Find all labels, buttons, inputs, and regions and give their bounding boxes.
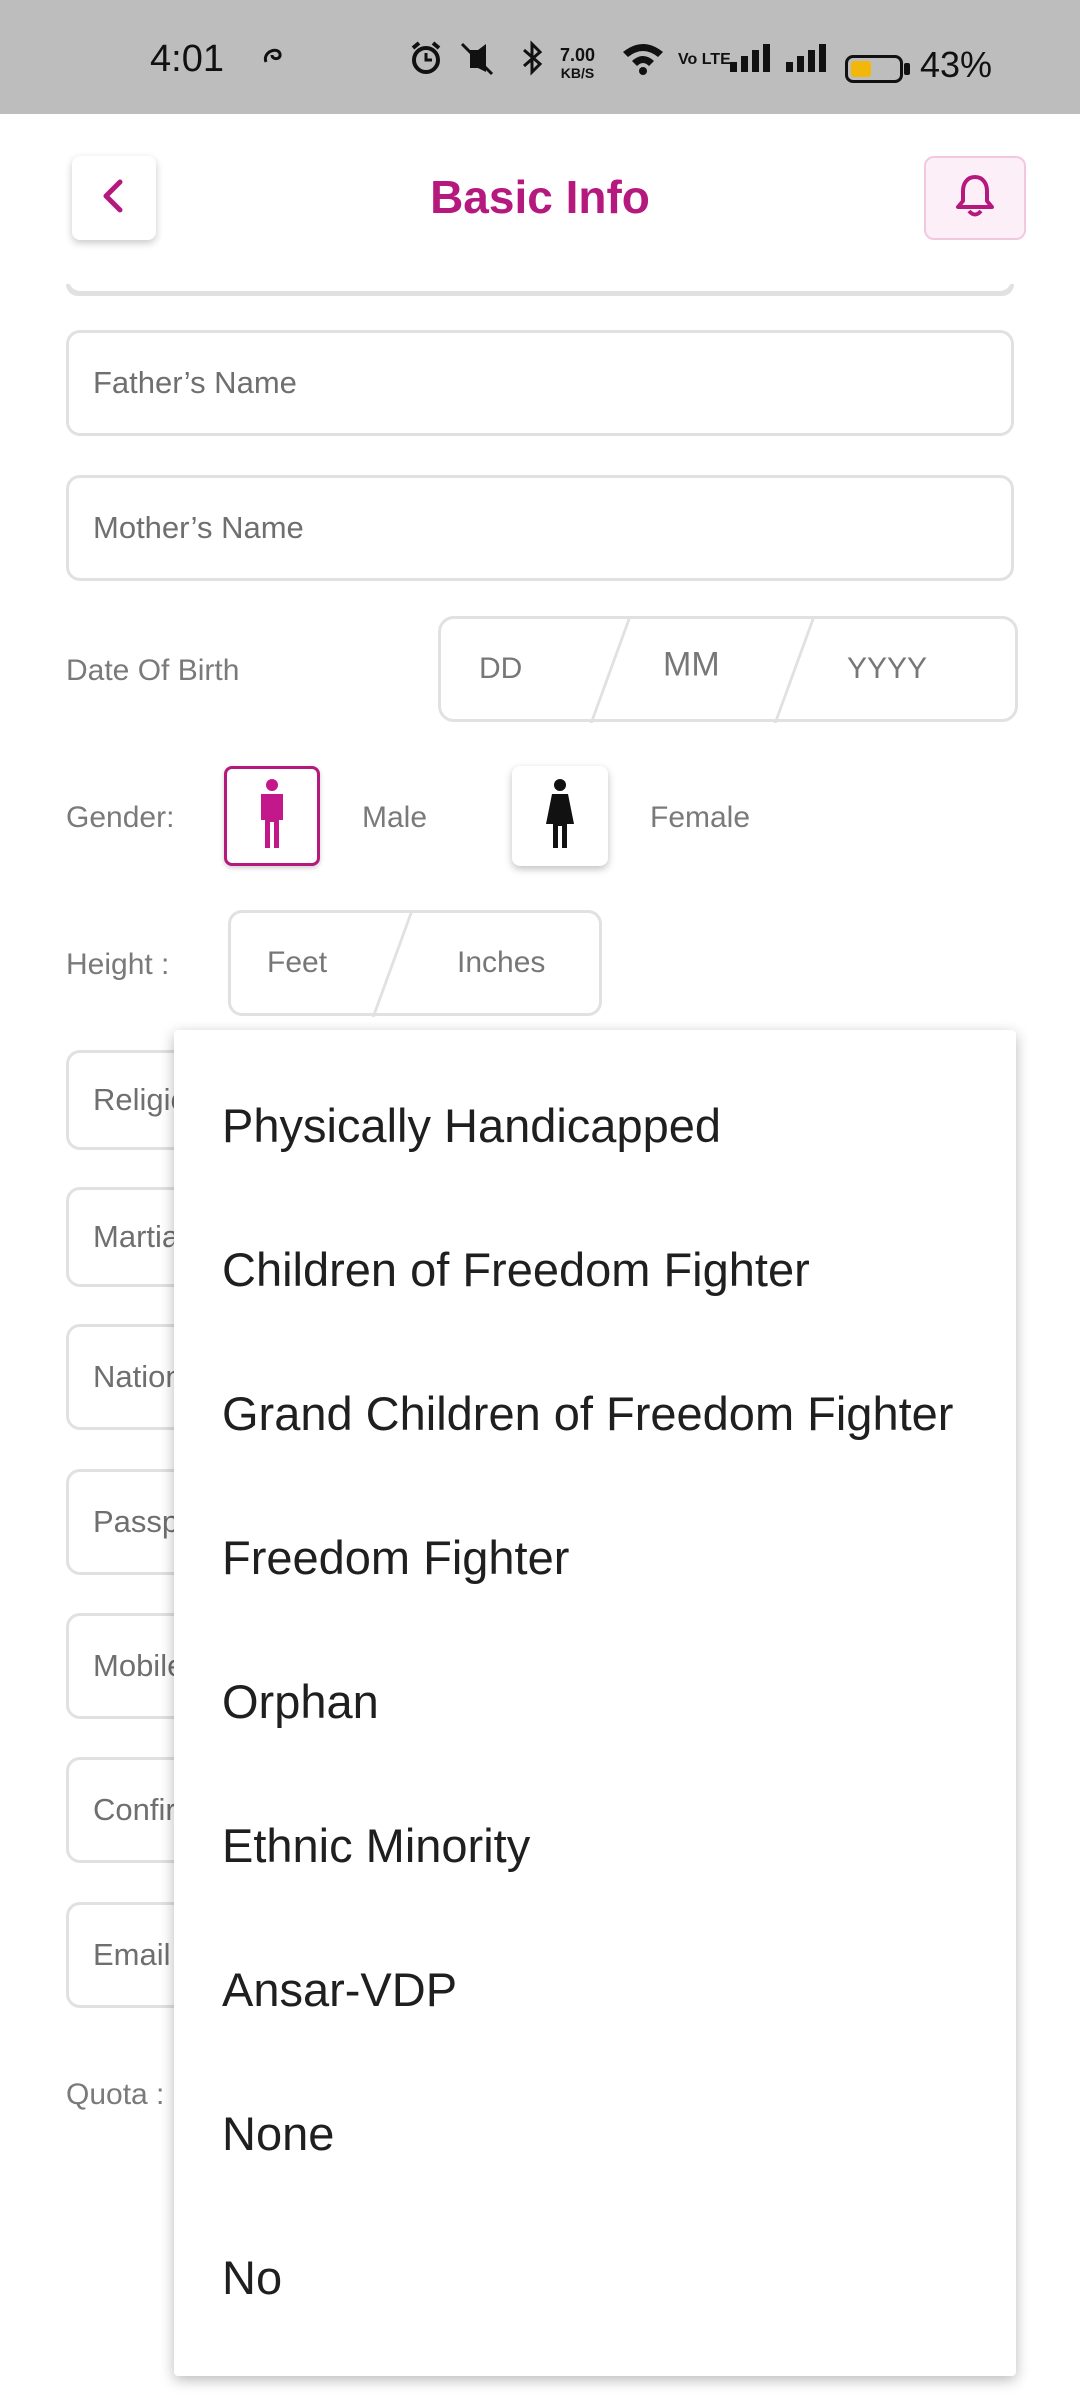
battery-percent: 43% xyxy=(920,44,993,85)
confirm-mobile-placeholder: Confir xyxy=(93,1792,176,1827)
mobile-placeholder: Mobile xyxy=(93,1648,185,1683)
dropdown-option[interactable]: Children of Freedom Fighter xyxy=(222,1242,810,1297)
dropdown-option[interactable]: No xyxy=(222,2250,282,2305)
dropdown-option[interactable]: Grand Children of Freedom Fighter xyxy=(222,1386,953,1441)
signal-icon-2 xyxy=(784,40,830,84)
status-time: 4:01 xyxy=(150,38,224,80)
status-bar: 4:01 7.00 KB/S Vo LTE 43% xyxy=(0,0,1080,114)
email-placeholder: Email xyxy=(93,1937,171,1972)
height-inches-input[interactable]: Inches xyxy=(457,946,545,980)
dropdown-option[interactable]: Orphan xyxy=(222,1674,379,1729)
bell-icon xyxy=(953,173,997,224)
father-name-input[interactable]: Father’s Name xyxy=(66,330,1014,436)
male-icon xyxy=(255,778,289,855)
dropdown-option[interactable]: Physically Handicapped xyxy=(222,1098,721,1153)
gender-male-button[interactable] xyxy=(224,766,320,866)
dropdown-option[interactable]: Ansar-VDP xyxy=(222,1962,457,2017)
previous-field-bottom-edge xyxy=(66,284,1014,296)
gender-male-label: Male xyxy=(362,801,428,834)
gender-label: Gender: xyxy=(66,801,175,834)
height-feet-input[interactable]: Feet xyxy=(267,946,327,980)
dob-divider xyxy=(589,617,632,723)
dropdown-option[interactable]: Ethnic Minority xyxy=(222,1818,530,1873)
dob-label: Date Of Birth xyxy=(66,654,240,687)
dob-year-input[interactable]: YYYY xyxy=(847,652,927,686)
network-speed: 7.00 KB/S xyxy=(560,45,596,81)
dob-input-group: DD MM YYYY xyxy=(438,616,1018,723)
battery-icon xyxy=(845,55,903,83)
dropdown-option[interactable]: Freedom Fighter xyxy=(222,1530,569,1585)
battery-tip xyxy=(904,63,910,75)
notifications-button-overlay[interactable] xyxy=(924,156,1026,240)
bluetooth-icon xyxy=(516,40,550,84)
dob-month-input[interactable]: MM xyxy=(663,646,720,685)
marital-status-placeholder: Martia xyxy=(93,1219,180,1254)
dob-divider xyxy=(773,617,816,723)
height-divider xyxy=(371,911,414,1017)
height-input-group: Feet Inches xyxy=(228,910,602,1017)
mother-name-input[interactable]: Mother’s Name xyxy=(66,475,1014,581)
dob-day-input[interactable]: DD xyxy=(479,652,522,686)
gender-female-button[interactable] xyxy=(512,766,608,866)
female-icon xyxy=(540,778,580,855)
mother-name-placeholder: Mother’s Name xyxy=(93,510,304,545)
alarm-icon xyxy=(408,40,444,84)
gender-female-label: Female xyxy=(650,801,751,834)
quota-label: Quota : xyxy=(66,2078,165,2111)
quota-dropdown-menu: Physically Handicapped Children of Freed… xyxy=(174,1030,1016,2376)
wifi-icon xyxy=(620,40,666,84)
notification-icon xyxy=(258,40,288,78)
dropdown-option[interactable]: None xyxy=(222,2106,334,2161)
passport-placeholder: Passp xyxy=(93,1504,180,1539)
app-header-overlay: Basic Info xyxy=(0,114,1080,284)
height-label: Height : xyxy=(66,948,170,981)
signal-icon-1 xyxy=(728,40,774,84)
nationality-placeholder: Nation xyxy=(93,1359,183,1394)
father-name-placeholder: Father’s Name xyxy=(93,365,297,400)
mute-icon xyxy=(456,40,500,84)
page-title-overlay: Basic Info xyxy=(430,171,650,223)
volte-indicator: Vo LTE xyxy=(678,51,731,68)
